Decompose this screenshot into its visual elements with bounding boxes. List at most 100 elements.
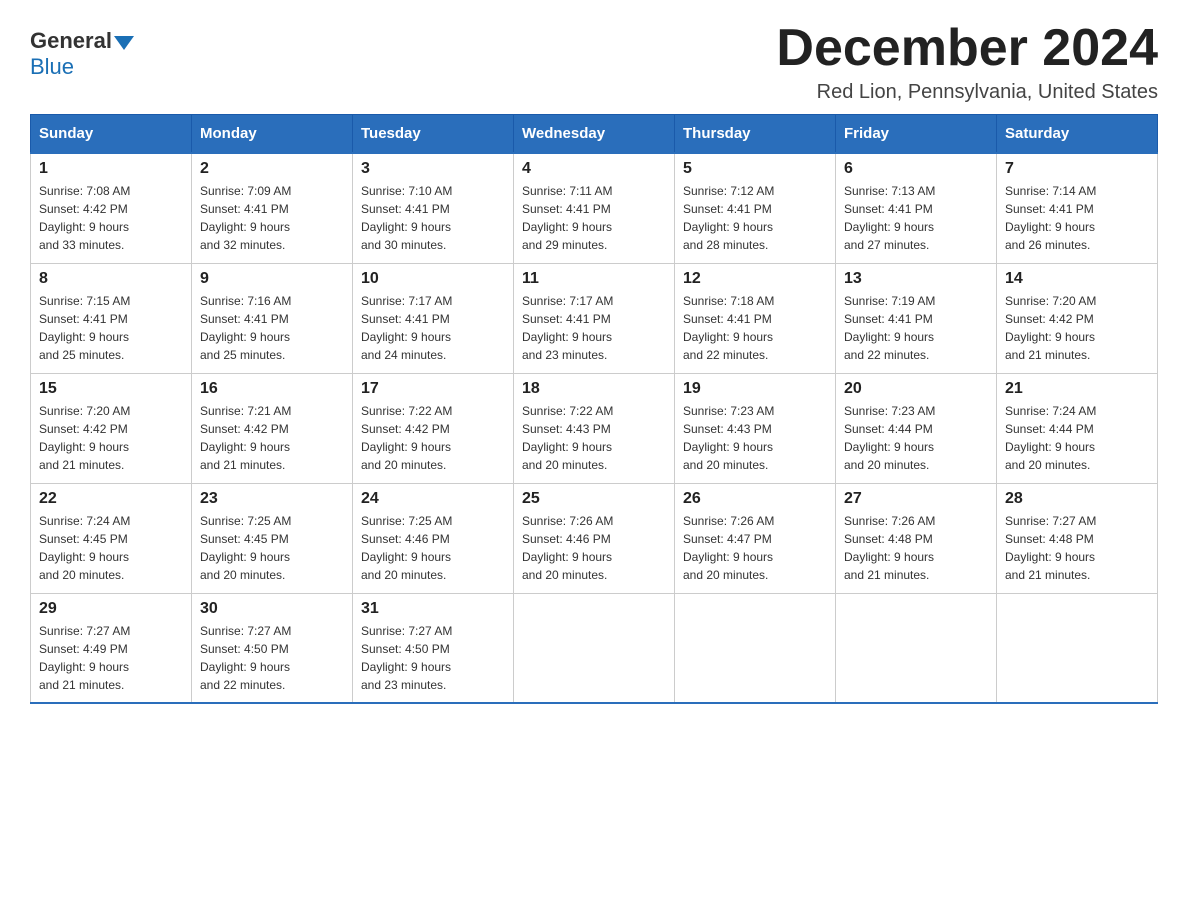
day-number: 15 (39, 380, 183, 398)
calendar-cell: 30Sunrise: 7:27 AMSunset: 4:50 PMDayligh… (192, 593, 353, 703)
sunrise-info: Sunrise: 7:27 AM (39, 624, 130, 638)
sunset-info: Sunset: 4:41 PM (844, 312, 933, 326)
calendar-cell: 17Sunrise: 7:22 AMSunset: 4:42 PMDayligh… (353, 373, 514, 483)
location: Red Lion, Pennsylvania, United States (776, 81, 1158, 104)
day-number: 31 (361, 600, 505, 618)
calendar-cell: 8Sunrise: 7:15 AMSunset: 4:41 PMDaylight… (31, 263, 192, 373)
sunrise-info: Sunrise: 7:24 AM (39, 514, 130, 528)
daylight-minutes: and 20 minutes. (522, 458, 607, 472)
calendar-cell: 5Sunrise: 7:12 AMSunset: 4:41 PMDaylight… (675, 153, 836, 263)
logo: General Blue (30, 20, 136, 80)
sunrise-info: Sunrise: 7:26 AM (683, 514, 774, 528)
day-info: Sunrise: 7:13 AMSunset: 4:41 PMDaylight:… (844, 182, 988, 254)
sunset-info: Sunset: 4:44 PM (844, 422, 933, 436)
day-info: Sunrise: 7:14 AMSunset: 4:41 PMDaylight:… (1005, 182, 1149, 254)
daylight-info: Daylight: 9 hours (844, 330, 934, 344)
day-info: Sunrise: 7:24 AMSunset: 4:45 PMDaylight:… (39, 512, 183, 584)
day-info: Sunrise: 7:23 AMSunset: 4:44 PMDaylight:… (844, 402, 988, 474)
calendar-cell: 15Sunrise: 7:20 AMSunset: 4:42 PMDayligh… (31, 373, 192, 483)
daylight-minutes: and 20 minutes. (361, 568, 446, 582)
calendar-cell: 22 Sunrise: 7:24 AMSunset: 4:45 PMDayligh… (31, 483, 192, 593)
daylight-info: Daylight: 9 hours (844, 440, 934, 454)
daylight-minutes: and 22 minutes. (844, 348, 929, 362)
daylight-info: Daylight: 9 hours (844, 220, 934, 234)
logo-blue-text: Blue (30, 54, 74, 79)
sunset-info: Sunset: 4:41 PM (200, 312, 289, 326)
daylight-minutes: and 25 minutes. (39, 348, 124, 362)
day-number: 13 (844, 270, 988, 288)
header-row: SundayMondayTuesdayWednesdayThursdayFrid… (31, 115, 1158, 154)
day-info: Sunrise: 7:15 AMSunset: 4:41 PMDaylight:… (39, 292, 183, 364)
day-number: 9 (200, 270, 344, 288)
header-cell-monday: Monday (192, 115, 353, 154)
sunset-info: Sunset: 4:41 PM (522, 312, 611, 326)
day-info: Sunrise: 7:20 AMSunset: 4:42 PMDaylight:… (1005, 292, 1149, 364)
sunset-info: Sunset: 4:50 PM (200, 642, 289, 656)
day-number: 3 (361, 160, 505, 178)
calendar-cell: 16Sunrise: 7:21 AMSunset: 4:42 PMDayligh… (192, 373, 353, 483)
sunset-info: Sunset: 4:42 PM (1005, 312, 1094, 326)
daylight-info: Daylight: 9 hours (361, 440, 451, 454)
day-number: 20 (844, 380, 988, 398)
sunset-info: Sunset: 4:41 PM (200, 202, 289, 216)
day-info: Sunrise: 7:17 AMSunset: 4:41 PMDaylight:… (361, 292, 505, 364)
daylight-minutes: and 20 minutes. (522, 568, 607, 582)
day-number: 16 (200, 380, 344, 398)
day-info: Sunrise: 7:26 AMSunset: 4:47 PMDaylight:… (683, 512, 827, 584)
day-number: 23 (200, 490, 344, 508)
calendar-cell: 20 Sunrise: 7:23 AMSunset: 4:44 PMDayligh… (836, 373, 997, 483)
day-number: 18 (522, 380, 666, 398)
day-number: 19 (683, 380, 827, 398)
sunset-info: Sunset: 4:41 PM (1005, 202, 1094, 216)
calendar-cell: 27Sunrise: 7:26 AMSunset: 4:48 PMDayligh… (836, 483, 997, 593)
sunrise-info: Sunrise: 7:21 AM (200, 404, 291, 418)
daylight-minutes: and 30 minutes. (361, 238, 446, 252)
sunset-info: Sunset: 4:41 PM (361, 312, 450, 326)
calendar-cell: 23Sunrise: 7:25 AMSunset: 4:45 PMDayligh… (192, 483, 353, 593)
daylight-minutes: and 21 minutes. (844, 568, 929, 582)
logo-general-text: General (30, 28, 112, 54)
calendar-cell: 25Sunrise: 7:26 AMSunset: 4:46 PMDayligh… (514, 483, 675, 593)
sunset-info: Sunset: 4:42 PM (361, 422, 450, 436)
sunrise-info: Sunrise: 7:27 AM (200, 624, 291, 638)
daylight-minutes: and 20 minutes. (361, 458, 446, 472)
daylight-minutes: and 21 minutes. (200, 458, 285, 472)
day-info: Sunrise: 7:08 AMSunset: 4:42 PMDaylight:… (39, 182, 183, 254)
daylight-minutes: and 23 minutes. (361, 678, 446, 692)
daylight-info: Daylight: 9 hours (1005, 220, 1095, 234)
sunset-info: Sunset: 4:48 PM (844, 532, 933, 546)
sunrise-info: Sunrise: 7:17 AM (522, 294, 613, 308)
sunrise-info: Sunrise: 7:19 AM (844, 294, 935, 308)
day-info: Sunrise: 7:18 AMSunset: 4:41 PMDaylight:… (683, 292, 827, 364)
daylight-minutes: and 28 minutes. (683, 238, 768, 252)
sunrise-info: Sunrise: 7:23 AM (683, 404, 774, 418)
logo-arrow-icon (114, 36, 134, 50)
calendar-week-4: 22 Sunrise: 7:24 AMSunset: 4:45 PMDayligh… (31, 483, 1158, 593)
calendar-cell: 4 Sunrise: 7:11 AMSunset: 4:41 PMDaylight… (514, 153, 675, 263)
sunset-info: Sunset: 4:43 PM (683, 422, 772, 436)
daylight-info: Daylight: 9 hours (361, 330, 451, 344)
sunset-info: Sunset: 4:48 PM (1005, 532, 1094, 546)
sunrise-info: Sunrise: 7:27 AM (361, 624, 452, 638)
sunset-info: Sunset: 4:47 PM (683, 532, 772, 546)
month-title: December 2024 (776, 20, 1158, 77)
sunset-info: Sunset: 4:49 PM (39, 642, 128, 656)
daylight-info: Daylight: 9 hours (200, 660, 290, 674)
day-info: Sunrise: 7:09 AMSunset: 4:41 PMDaylight:… (200, 182, 344, 254)
day-number: 22 (39, 490, 183, 508)
day-info: Sunrise: 7:24 AMSunset: 4:44 PMDaylight:… (1005, 402, 1149, 474)
day-info: Sunrise: 7:22 AMSunset: 4:43 PMDaylight:… (522, 402, 666, 474)
daylight-minutes: and 20 minutes. (844, 458, 929, 472)
daylight-info: Daylight: 9 hours (683, 330, 773, 344)
calendar-cell: 31Sunrise: 7:27 AMSunset: 4:50 PMDayligh… (353, 593, 514, 703)
daylight-minutes: and 21 minutes. (1005, 568, 1090, 582)
day-info: Sunrise: 7:11 AMSunset: 4:41 PMDaylight:… (522, 182, 666, 254)
day-info: Sunrise: 7:26 AMSunset: 4:48 PMDaylight:… (844, 512, 988, 584)
day-number: 28 (1005, 490, 1149, 508)
day-number: 4 (522, 160, 666, 178)
day-number: 26 (683, 490, 827, 508)
calendar-cell: 29Sunrise: 7:27 AMSunset: 4:49 PMDayligh… (31, 593, 192, 703)
calendar-cell: 10Sunrise: 7:17 AMSunset: 4:41 PMDayligh… (353, 263, 514, 373)
daylight-info: Daylight: 9 hours (361, 550, 451, 564)
header-cell-tuesday: Tuesday (353, 115, 514, 154)
